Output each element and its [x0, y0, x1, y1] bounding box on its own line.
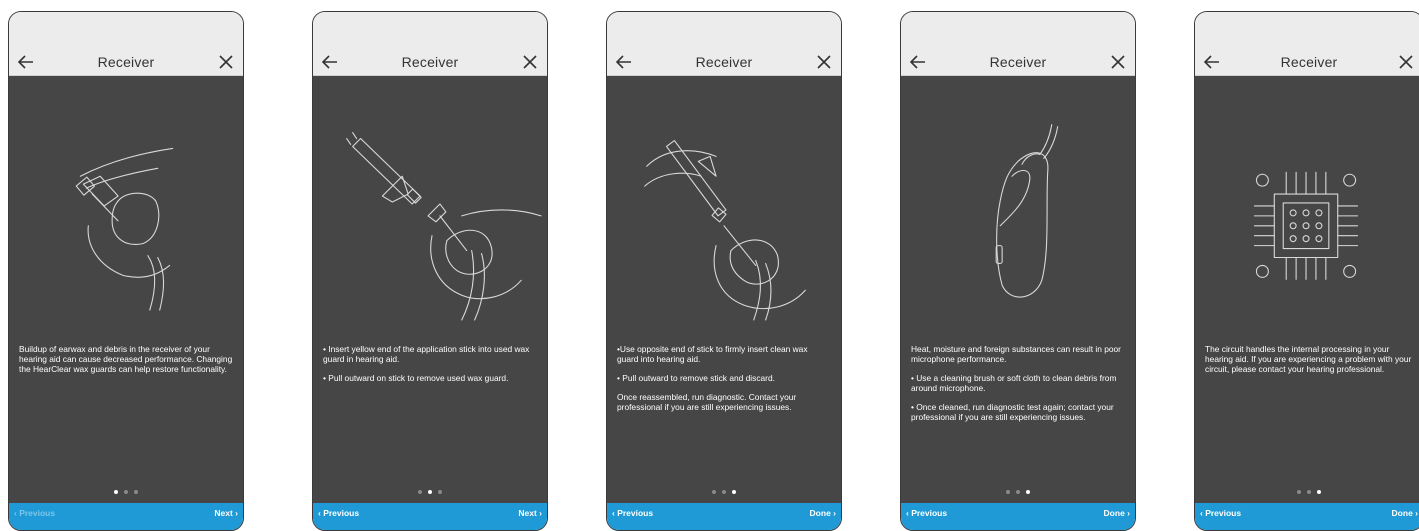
paragraph: • Once cleaned, run diagnostic test agai… [911, 402, 1114, 422]
page-dot [1307, 490, 1311, 494]
circuit-chip-illustration [1253, 171, 1359, 280]
page-dot [438, 490, 442, 494]
paragraph: • Insert yellow end of the application s… [323, 344, 530, 364]
paragraph: Heat, moisture and foreign substances ca… [911, 344, 1121, 364]
nav-footer: ‹ Previous Done › [901, 503, 1135, 530]
nav-header: Receiver [9, 48, 243, 76]
phone-screen-3: Receiver •Use opposite end of stick to f… [606, 11, 842, 531]
instruction-panel: The circuit handles the internal process… [1195, 76, 1419, 503]
page-title: Receiver [695, 53, 753, 70]
previous-button[interactable]: ‹ Previous [1200, 508, 1241, 530]
instruction-panel: • Insert yellow end of the application s… [313, 76, 547, 503]
phone-screen-4: Receiver Heat, moisture and foreign subs… [900, 11, 1136, 531]
phone-screen-5: Receiver The circuit handles the interna… [1194, 11, 1419, 531]
phone-screen-2: Receiver • Insert yellow end of the appl… [312, 11, 548, 531]
paragraph: The circuit handles the internal process… [1205, 344, 1412, 374]
page-dot [722, 490, 726, 494]
page-indicator [9, 481, 243, 499]
close-icon[interactable] [217, 53, 235, 71]
status-bar [1195, 12, 1419, 48]
instruction-text: • Insert yellow end of the application s… [323, 344, 537, 392]
paragraph: • Use a cleaning brush or soft cloth to … [911, 373, 1117, 393]
nav-footer: ‹ Previous Done › [1195, 503, 1419, 530]
status-bar [9, 12, 243, 48]
paragraph: •Use opposite end of stick to firmly ins… [617, 344, 808, 364]
page-indicator [607, 481, 841, 499]
nav-footer: ‹ Previous Next › [9, 503, 243, 530]
page-title: Receiver [401, 53, 459, 70]
page-indicator [1195, 481, 1419, 499]
page-indicator [313, 481, 547, 499]
next-button[interactable]: Next › [518, 508, 542, 530]
page-title: Receiver [1280, 53, 1338, 70]
phone-screen-1: Receiver Buildup of earwax and debris in… [8, 11, 244, 531]
nav-header: Receiver [1195, 48, 1419, 76]
nav-header: Receiver [607, 48, 841, 76]
nav-header: Receiver [313, 48, 547, 76]
status-bar [901, 12, 1135, 48]
instruction-text: Buildup of earwax and debris in the rece… [19, 344, 233, 383]
fingers-holding-receiver-illustration [75, 147, 174, 311]
instruction-text: •Use opposite end of stick to firmly ins… [617, 344, 831, 421]
paragraph: • Pull outward on stick to remove used w… [323, 373, 509, 383]
clean-wax-guard-insert-illustration [644, 139, 806, 321]
application-stick-insert-illustration [346, 132, 542, 321]
page-dot [1006, 490, 1010, 494]
paragraph: Once reassembled, run diagnostic. Contac… [617, 392, 797, 412]
status-bar [313, 12, 547, 48]
arrow-left-icon[interactable] [909, 53, 927, 71]
nav-footer: ‹ Previous Next › [313, 503, 547, 530]
hearing-aid-microphone-illustration [995, 124, 1059, 298]
previous-button[interactable]: ‹ Previous [612, 508, 653, 530]
page-dot [418, 490, 422, 494]
close-icon[interactable] [815, 53, 833, 71]
page-dot [712, 490, 716, 494]
instruction-panel: •Use opposite end of stick to firmly ins… [607, 76, 841, 503]
previous-button[interactable]: ‹ Previous [318, 508, 359, 530]
page-dot [428, 490, 432, 494]
page-dot [124, 490, 128, 494]
page-title: Receiver [97, 53, 155, 70]
arrow-left-icon[interactable] [17, 53, 35, 71]
nav-header: Receiver [901, 48, 1135, 76]
instruction-text: The circuit handles the internal process… [1205, 344, 1413, 383]
page-dot [1016, 490, 1020, 494]
previous-button[interactable]: ‹ Previous [14, 508, 55, 530]
arrow-left-icon[interactable] [321, 53, 339, 71]
close-icon[interactable] [1109, 53, 1127, 71]
done-button[interactable]: Done › [1104, 508, 1130, 530]
instruction-panel: Buildup of earwax and debris in the rece… [9, 76, 243, 503]
page-dot [1317, 490, 1321, 494]
status-bar [607, 12, 841, 48]
page-indicator [901, 481, 1135, 499]
arrow-left-icon[interactable] [1203, 53, 1221, 71]
page-dot [1026, 490, 1030, 494]
close-icon[interactable] [521, 53, 539, 71]
paragraph: • Pull outward to remove stick and disca… [617, 373, 775, 383]
page-dot [134, 490, 138, 494]
next-button[interactable]: Next › [214, 508, 238, 530]
previous-button[interactable]: ‹ Previous [906, 508, 947, 530]
page-dot [1297, 490, 1301, 494]
done-button[interactable]: Done › [810, 508, 836, 530]
page-dot [732, 490, 736, 494]
paragraph: Buildup of earwax and debris in the rece… [19, 344, 233, 374]
page-title: Receiver [989, 53, 1047, 70]
done-button[interactable]: Done › [1392, 508, 1418, 530]
nav-footer: ‹ Previous Done › [607, 503, 841, 530]
arrow-left-icon[interactable] [615, 53, 633, 71]
instruction-panel: Heat, moisture and foreign substances ca… [901, 76, 1135, 503]
page-dot [114, 490, 118, 494]
instruction-text: Heat, moisture and foreign substances ca… [911, 344, 1125, 431]
close-icon[interactable] [1397, 53, 1415, 71]
